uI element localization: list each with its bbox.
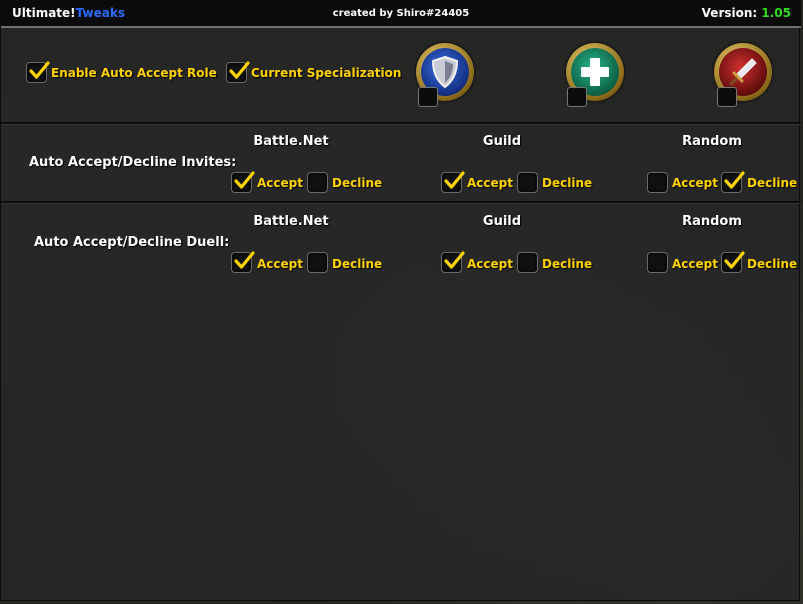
invites-row-label: Auto Accept/Decline Invites: — [29, 155, 237, 170]
checkmark-icon — [234, 251, 255, 269]
accept-label: Accept — [467, 176, 513, 190]
duels-guild-accept-checkbox[interactable] — [441, 251, 465, 273]
duels-random-accept-checkbox[interactable] — [647, 252, 668, 273]
duels-guild-decline-checkbox[interactable] — [517, 252, 538, 273]
column-header-guild: Guild — [482, 214, 522, 229]
auto-accept-role-checkbox[interactable] — [26, 61, 50, 83]
duels-battlenet-decline-checkbox[interactable] — [307, 252, 328, 273]
decline-label: Decline — [542, 176, 593, 190]
decline-label: Decline — [747, 257, 798, 271]
current-specialization-checkbox[interactable] — [226, 61, 250, 83]
duels-random-decline-checkbox[interactable] — [721, 251, 745, 273]
invites-guild-decline-checkbox[interactable] — [517, 172, 538, 193]
checkmark-icon — [724, 251, 745, 269]
healer-role-checkbox[interactable] — [567, 87, 587, 107]
accept-label: Accept — [467, 257, 513, 271]
checkmark-icon — [444, 251, 465, 269]
checkmark-icon — [229, 61, 250, 79]
checkmark-icon — [234, 171, 255, 189]
author-credit: created by Shiro#24405 — [332, 8, 470, 19]
current-specialization-label: Current Specialization — [251, 66, 402, 80]
invites-random-accept-checkbox[interactable] — [647, 172, 668, 193]
column-header-battlenet: Battle.Net — [253, 214, 329, 229]
duels-row-label: Auto Accept/Decline Duell: — [34, 235, 230, 250]
invites-battlenet-decline-checkbox[interactable] — [307, 172, 328, 193]
version-value: 1.05 — [761, 6, 791, 20]
decline-label: Decline — [332, 176, 383, 190]
column-header-battlenet: Battle.Net — [253, 134, 329, 149]
decline-label: Decline — [747, 176, 798, 190]
column-header-random: Random — [682, 134, 742, 149]
accept-label: Accept — [257, 176, 303, 190]
section-divider — [1, 201, 801, 204]
checkmark-icon — [724, 171, 745, 189]
title-bar[interactable]: Ultimate!Tweaks created by Shiro#24405 V… — [1, 1, 801, 28]
accept-label: Accept — [672, 176, 718, 190]
column-header-guild: Guild — [482, 134, 522, 149]
invites-random-decline-checkbox[interactable] — [721, 171, 745, 193]
invites-battlenet-accept-checkbox[interactable] — [231, 171, 255, 193]
version-label: Version: 1.05 — [701, 6, 791, 20]
accept-label: Accept — [257, 257, 303, 271]
decline-label: Decline — [542, 257, 593, 271]
addon-options-window: Ultimate!Tweaks created by Shiro#24405 V… — [0, 0, 801, 601]
duels-battlenet-accept-checkbox[interactable] — [231, 251, 255, 273]
checkmark-icon — [29, 61, 50, 79]
damage-role-checkbox[interactable] — [717, 87, 737, 107]
decline-label: Decline — [332, 257, 383, 271]
accept-label: Accept — [672, 257, 718, 271]
auto-accept-role-label: Enable Auto Accept Role — [51, 66, 217, 80]
column-header-random: Random — [682, 214, 742, 229]
checkmark-icon — [444, 171, 465, 189]
invites-guild-accept-checkbox[interactable] — [441, 171, 465, 193]
section-divider — [1, 122, 801, 125]
tank-role-checkbox[interactable] — [418, 87, 438, 107]
